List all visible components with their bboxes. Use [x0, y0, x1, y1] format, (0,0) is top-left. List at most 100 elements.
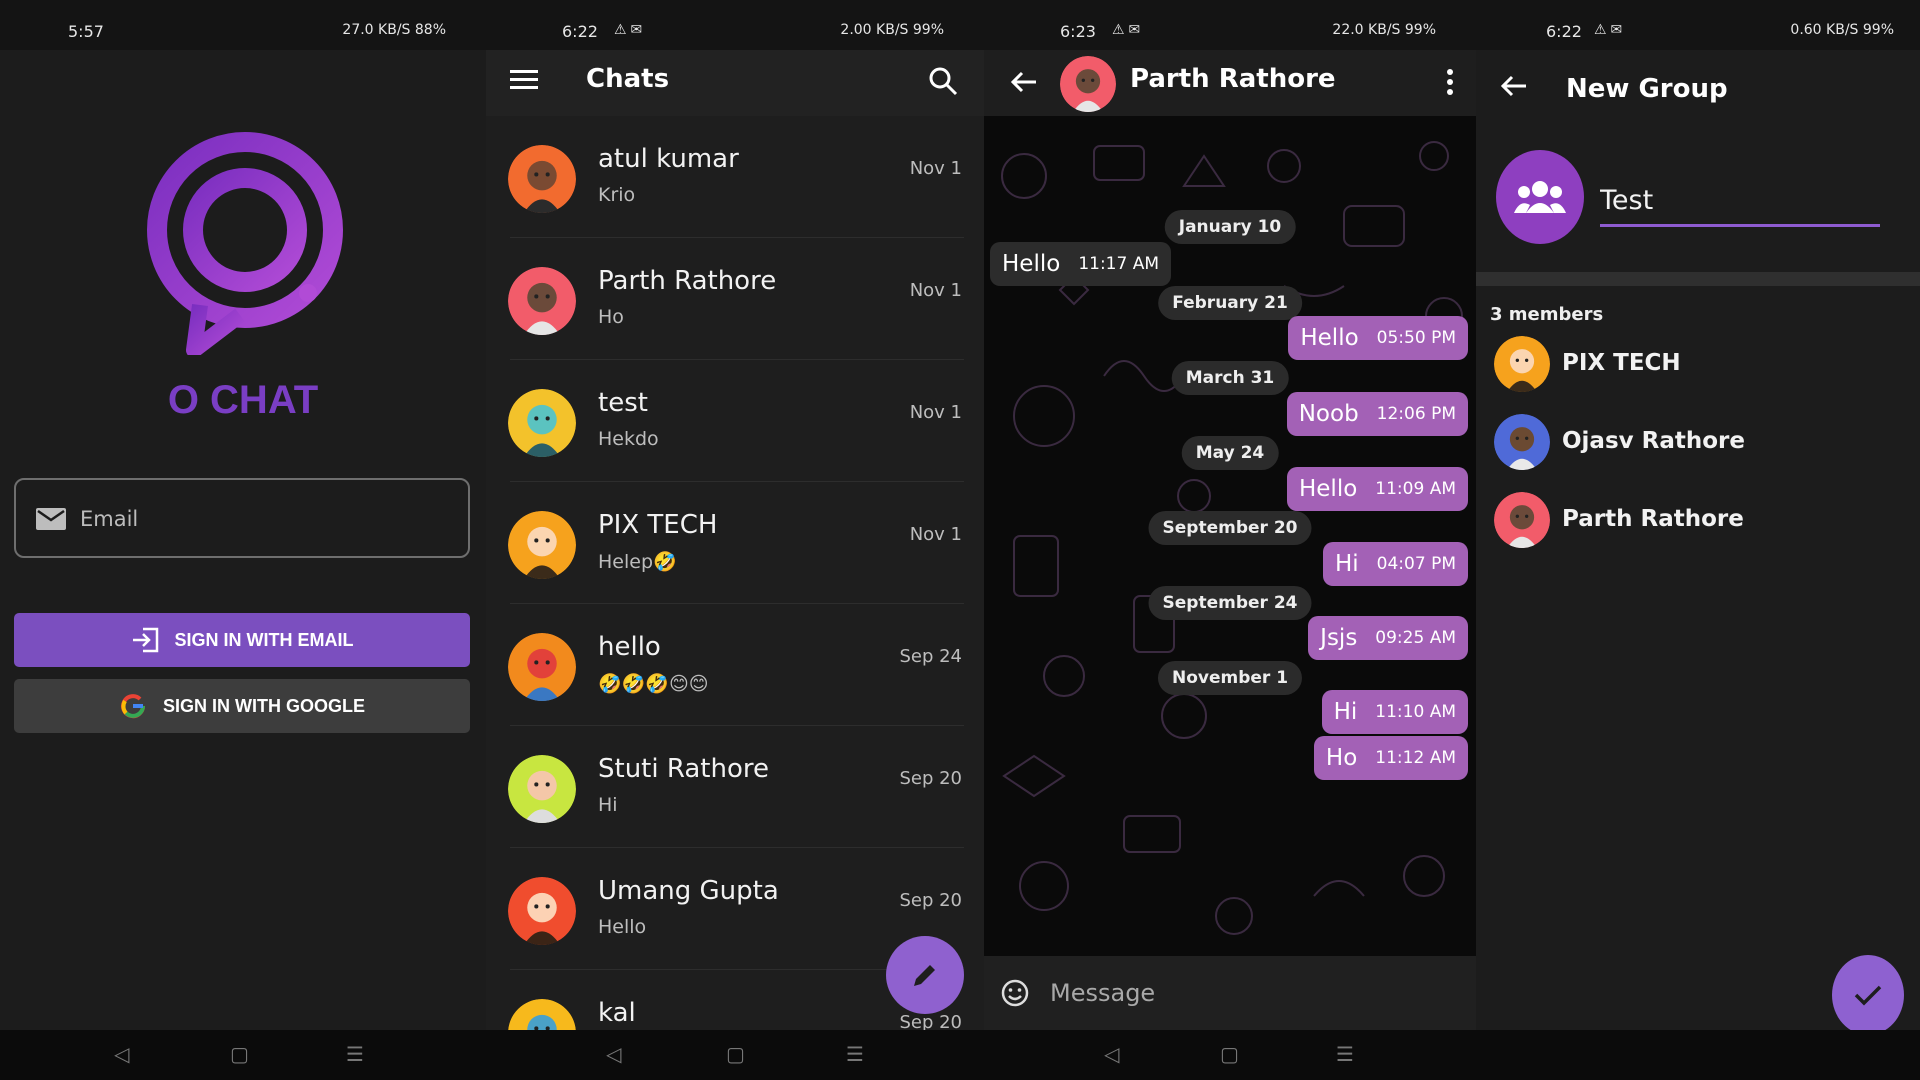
message-time: 11:17 AM — [1078, 254, 1160, 274]
outgoing-message[interactable]: Ho 11:12 AM — [1313, 736, 1468, 780]
group-name-underline — [1600, 224, 1880, 227]
page-title: Chats — [586, 64, 670, 94]
compose-button[interactable] — [886, 936, 964, 1014]
chat-name: atul kumar — [598, 144, 739, 174]
search-icon[interactable] — [928, 66, 958, 96]
date-separator: January 10 — [1164, 210, 1296, 244]
date-separator: November 1 — [1157, 661, 1303, 695]
google-icon — [121, 694, 146, 719]
date-separator: September 20 — [1148, 511, 1312, 545]
sign-in-google-label: SIGN IN WITH GOOGLE — [163, 695, 365, 716]
members-count: 3 members — [1490, 304, 1604, 325]
avatar — [1494, 492, 1550, 548]
status-indicators: 22.0 KB/S 99% — [1332, 22, 1436, 38]
message-input[interactable] — [1050, 970, 1450, 1016]
app-name: O CHAT — [167, 378, 319, 422]
emoji-icon[interactable] — [1000, 978, 1030, 1008]
hamburger-menu-icon[interactable] — [510, 68, 538, 92]
message-area[interactable]: January 10 Hello 11:17 AM February 21 Hello 0… — [984, 116, 1476, 956]
avatar-face-icon — [1494, 492, 1550, 548]
nav-menu-icon[interactable]: ☰ — [346, 1042, 364, 1066]
email-input[interactable] — [80, 496, 450, 542]
message-time: 04:07 PM — [1376, 554, 1456, 574]
new-group-app-bar: New Group — [1476, 50, 1920, 128]
group-avatar-picker[interactable] — [1496, 150, 1584, 244]
notification-icons: ⚠✉ — [1112, 22, 1145, 38]
nav-menu-icon[interactable]: ☰ — [846, 1042, 864, 1066]
nav-home-icon[interactable]: ▢ — [230, 1042, 249, 1066]
outgoing-message[interactable]: Jsjs 09:25 AM — [1308, 616, 1468, 660]
avatar — [508, 511, 576, 579]
section-divider — [1476, 272, 1920, 286]
outgoing-message[interactable]: Noob 12:06 PM — [1286, 392, 1468, 436]
chat-list-item[interactable]: atul kumar Krio Nov 1 — [486, 116, 984, 238]
chat-name: PIX TECH — [598, 510, 718, 540]
confirm-group-button[interactable] — [1832, 955, 1904, 1035]
avatar — [508, 145, 576, 213]
outgoing-message[interactable]: Hi 11:10 AM — [1321, 690, 1468, 734]
chat-name: Parth Rathore — [598, 266, 777, 296]
sign-in-google-button[interactable]: SIGN IN WITH GOOGLE — [14, 679, 470, 733]
nav-back-icon[interactable]: ◁ — [606, 1042, 621, 1066]
system-nav-bar — [1476, 1030, 1920, 1080]
date-separator: May 24 — [1181, 436, 1279, 470]
member-item[interactable]: PIX TECH — [1494, 336, 1894, 400]
status-time: 6:23 — [1060, 22, 1096, 41]
group-name-input[interactable] — [1600, 180, 1880, 220]
new-group-screen: 6:22 ⚠✉ 0.60 KB/S 99% New Group 3 member… — [1476, 0, 1920, 1080]
back-arrow-icon[interactable] — [1010, 70, 1038, 94]
avatar-face-icon — [508, 389, 576, 457]
status-bar: 6:23 ⚠✉ 22.0 KB/S 99% — [984, 0, 1476, 50]
nav-menu-icon[interactable]: ☰ — [1336, 1042, 1354, 1066]
message-text: Hello — [1298, 476, 1358, 502]
message-text: Noob — [1298, 401, 1359, 427]
chat-list-item[interactable]: hello 🤣🤣🤣😊😊 Sep 24 — [486, 604, 984, 726]
nav-home-icon[interactable]: ▢ — [726, 1042, 745, 1066]
member-item[interactable]: Parth Rathore — [1494, 492, 1894, 556]
chat-list-item[interactable]: Stuti Rathore Hi Sep 20 — [486, 726, 984, 848]
member-item[interactable]: Ojasv Rathore — [1494, 414, 1894, 478]
contact-name[interactable]: Parth Rathore — [1130, 64, 1336, 94]
avatar-face-icon — [508, 877, 576, 945]
chat-list-item[interactable]: Parth Rathore Ho Nov 1 — [486, 238, 984, 360]
sign-in-email-button[interactable]: SIGN IN WITH EMAIL — [14, 613, 470, 667]
system-nav-bar: ◁ ▢ ☰ — [0, 1030, 486, 1080]
avatar — [508, 755, 576, 823]
outgoing-message[interactable]: Hi 04:07 PM — [1322, 542, 1468, 586]
chat-last-message: Helep🤣 — [598, 551, 677, 573]
login-icon — [132, 627, 158, 653]
sign-in-email-label: SIGN IN WITH EMAIL — [174, 629, 354, 650]
chat-last-message: Hello — [598, 916, 647, 938]
outgoing-message[interactable]: Hello 11:09 AM — [1286, 467, 1468, 511]
avatar — [1494, 336, 1550, 392]
avatar-face-icon — [508, 755, 576, 823]
status-time: 6:22 — [1546, 22, 1582, 41]
chat-list-item[interactable]: test Hekdo Nov 1 — [486, 360, 984, 482]
notification-icons: ⚠✉ — [614, 22, 647, 38]
avatar — [1494, 414, 1550, 470]
more-options-icon[interactable] — [1446, 68, 1454, 96]
outgoing-message[interactable]: Hello 05:50 PM — [1288, 316, 1468, 360]
chat-last-message: Ho — [598, 306, 624, 328]
back-arrow-icon[interactable] — [1500, 74, 1528, 98]
message-time: 05:50 PM — [1376, 328, 1456, 348]
message-time: 11:10 AM — [1375, 702, 1456, 722]
message-text: Hello — [1300, 325, 1359, 351]
nav-home-icon[interactable]: ▢ — [1220, 1042, 1239, 1066]
nav-back-icon[interactable]: ◁ — [114, 1042, 129, 1066]
nav-back-icon[interactable]: ◁ — [1104, 1042, 1119, 1066]
chat-date: Sep 24 — [899, 646, 962, 667]
chat-list-item[interactable]: PIX TECH Helep🤣 Nov 1 — [486, 482, 984, 604]
mail-icon — [36, 508, 66, 530]
status-bar: 6:22 ⚠✉ 2.00 KB/S 99% — [486, 0, 984, 50]
message-text: Ho — [1325, 745, 1358, 771]
avatar — [508, 633, 576, 701]
chat-name: test — [598, 388, 648, 418]
chat-name: Umang Gupta — [598, 876, 779, 906]
avatar-face-icon — [1494, 336, 1550, 392]
incoming-message[interactable]: Hello 11:17 AM — [990, 242, 1172, 286]
chat-date: Nov 1 — [909, 158, 962, 179]
contact-avatar[interactable] — [1060, 56, 1116, 112]
email-field[interactable] — [14, 478, 470, 558]
notification-icons: ⚠✉ — [1594, 22, 1627, 38]
